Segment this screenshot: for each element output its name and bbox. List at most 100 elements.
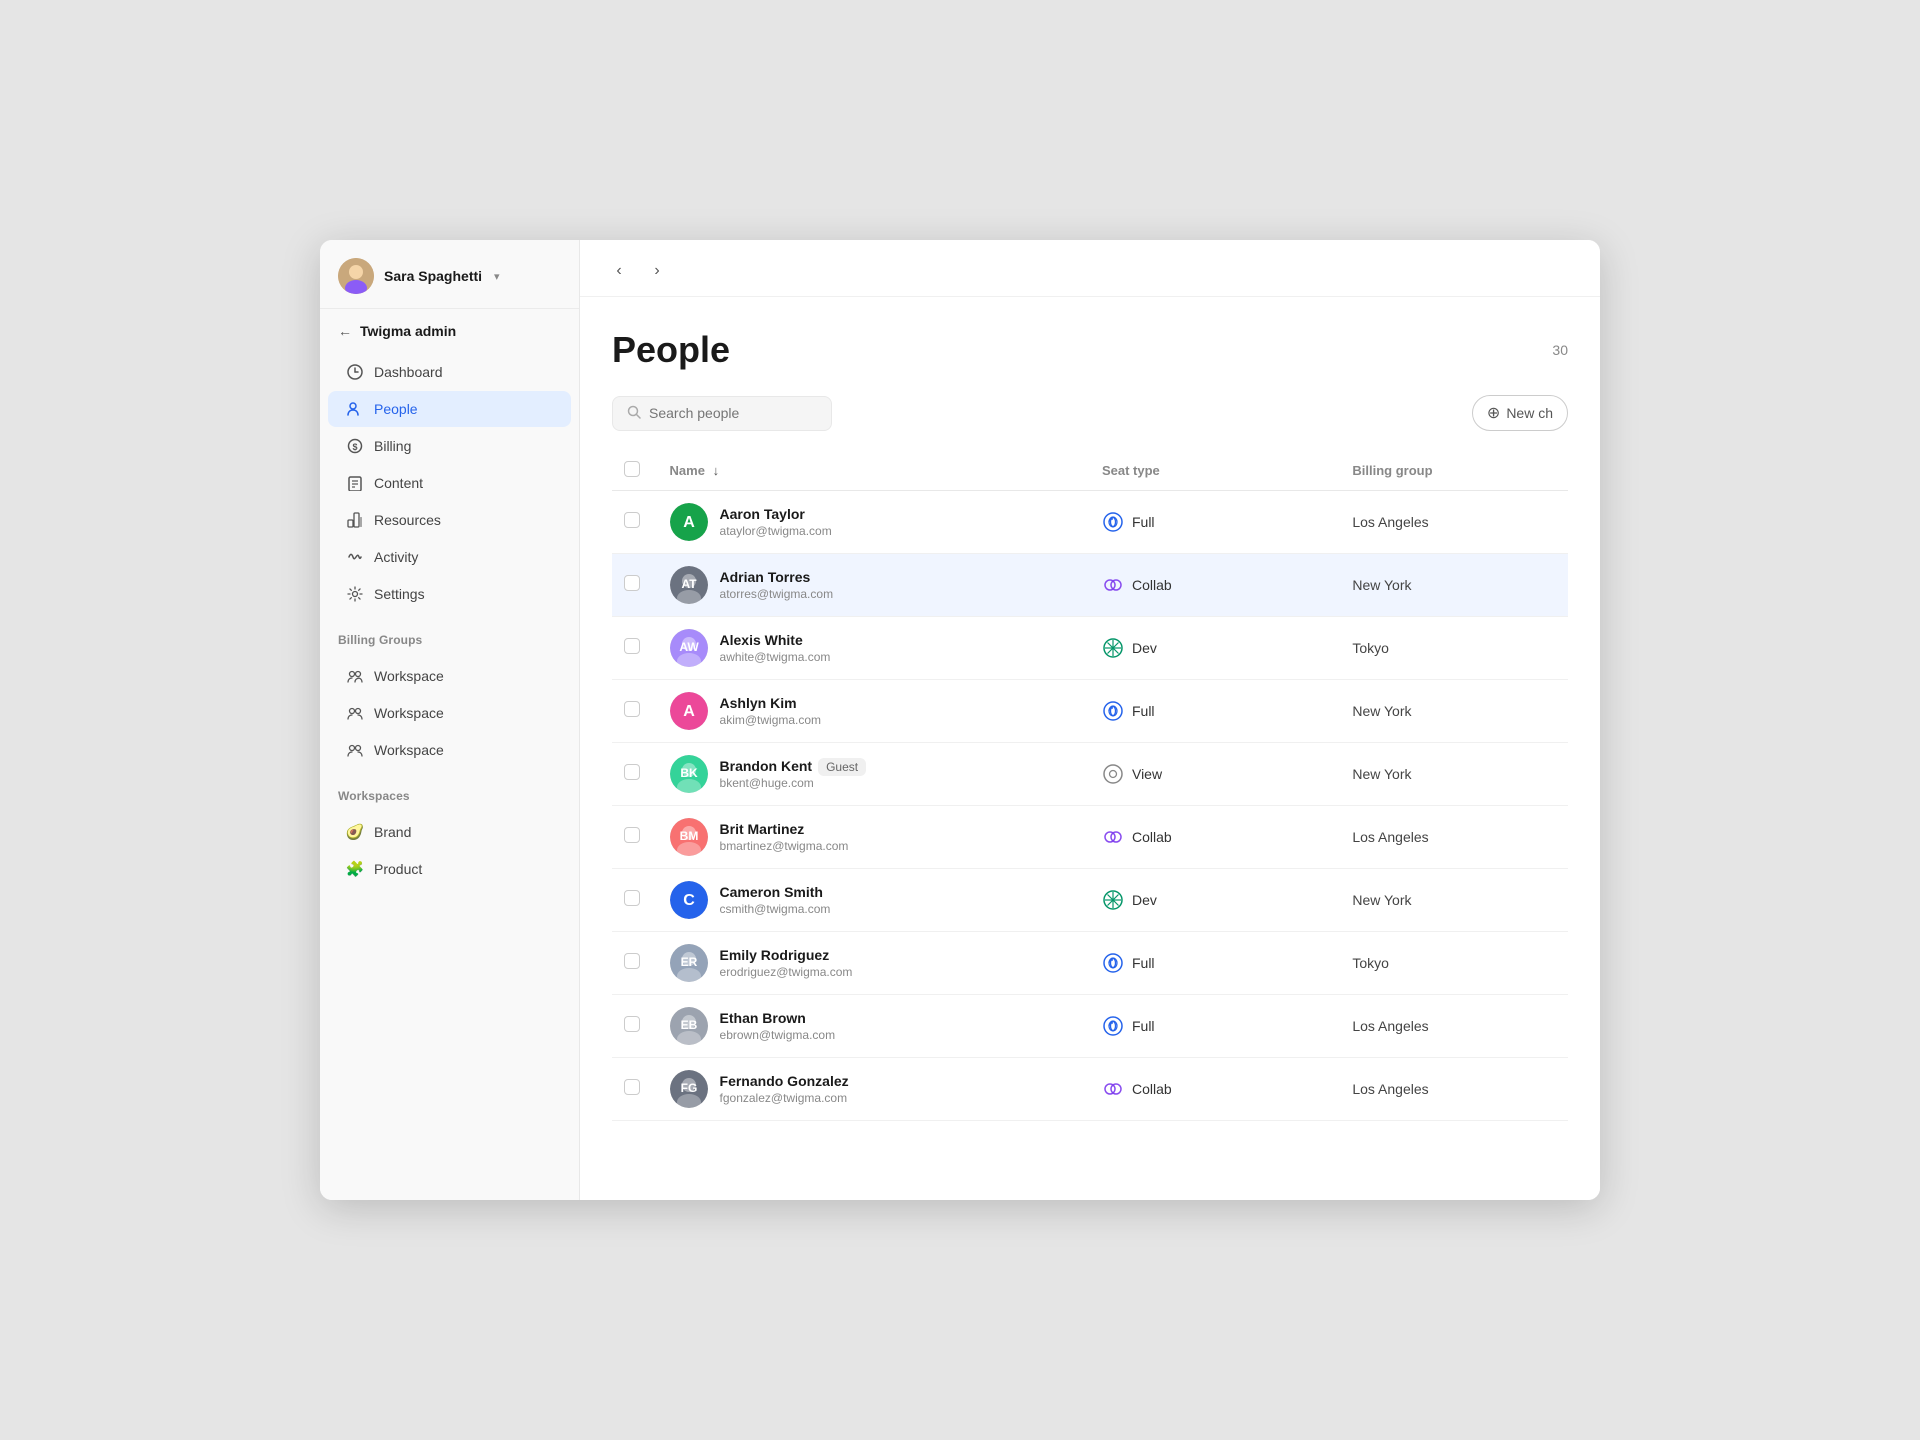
row-checkbox[interactable]	[624, 638, 640, 654]
sidebar-item-content[interactable]: Content	[328, 465, 571, 501]
person-avatar: AT	[670, 566, 708, 604]
row-checkbox-td[interactable]	[612, 743, 658, 806]
back-arrow-icon: ←	[338, 323, 352, 339]
forward-nav-button[interactable]: ›	[642, 256, 672, 286]
seat-cell: Full	[1102, 952, 1328, 974]
table-row[interactable]: AT Adrian Torres atorres@twigma.com Coll…	[612, 554, 1568, 617]
person-name: Ethan Brown	[720, 1010, 836, 1026]
table-row[interactable]: A Ashlyn Kim akim@twigma.com Full New Yo…	[612, 680, 1568, 743]
row-checkbox-td[interactable]	[612, 995, 658, 1058]
seat-type-label: Seat type	[1102, 463, 1160, 478]
person-name: Adrian Torres	[720, 569, 834, 585]
guest-badge: Guest	[818, 758, 866, 776]
row-checkbox-td[interactable]	[612, 680, 658, 743]
person-info: Brandon KentGuest bkent@huge.com	[720, 758, 867, 790]
table-row[interactable]: BM Brit Martinez bmartinez@twigma.com Co…	[612, 806, 1568, 869]
person-name: Cameron Smith	[720, 884, 831, 900]
sidebar-content-label: Content	[374, 475, 423, 491]
row-checkbox[interactable]	[624, 701, 640, 717]
person-info: Brit Martinez bmartinez@twigma.com	[720, 821, 849, 853]
row-checkbox-td[interactable]	[612, 617, 658, 680]
svg-text:A: A	[683, 703, 695, 720]
seat-type-col-header[interactable]: Seat type	[1090, 451, 1340, 491]
row-checkbox-td[interactable]	[612, 554, 658, 617]
sidebar-item-billing[interactable]: $ Billing	[328, 428, 571, 464]
row-checkbox[interactable]	[624, 1016, 640, 1032]
name-col-header[interactable]: Name ↓	[658, 451, 1090, 491]
billing-group-col-header[interactable]: Billing group	[1340, 451, 1568, 491]
avatar	[338, 258, 374, 294]
person-name-td: EB Ethan Brown ebrown@twigma.com	[658, 995, 1090, 1058]
row-checkbox-td[interactable]	[612, 932, 658, 995]
sidebar-item-dashboard[interactable]: Dashboard	[328, 354, 571, 390]
resources-icon	[346, 511, 364, 529]
select-all-checkbox[interactable]	[624, 461, 640, 477]
person-name: Emily Rodriguez	[720, 947, 853, 963]
sidebar-item-bg2[interactable]: Workspace	[328, 695, 571, 731]
sidebar-item-brand[interactable]: 🥑 Brand	[328, 814, 571, 850]
sidebar-item-bg3[interactable]: Workspace	[328, 732, 571, 768]
sidebar-item-settings[interactable]: Settings	[328, 576, 571, 612]
sidebar-item-resources[interactable]: Resources	[328, 502, 571, 538]
product-label: Product	[374, 861, 422, 877]
content-icon	[346, 474, 364, 492]
row-checkbox-td[interactable]	[612, 869, 658, 932]
seat-cell: Full	[1102, 511, 1328, 533]
person-info: Ethan Brown ebrown@twigma.com	[720, 1010, 836, 1042]
sidebar-item-bg1[interactable]: Workspace	[328, 658, 571, 694]
table-row[interactable]: EB Ethan Brown ebrown@twigma.com Full Lo…	[612, 995, 1568, 1058]
table-row[interactable]: ER Emily Rodriguez erodriguez@twigma.com…	[612, 932, 1568, 995]
table-row[interactable]: FG Fernando Gonzalez fgonzalez@twigma.co…	[612, 1058, 1568, 1121]
seat-type-label: View	[1132, 766, 1162, 782]
svg-text:FG: FG	[680, 1081, 697, 1095]
person-name: Brit Martinez	[720, 821, 849, 837]
row-checkbox[interactable]	[624, 827, 640, 843]
person-info: Cameron Smith csmith@twigma.com	[720, 884, 831, 916]
person-info: Aaron Taylor ataylor@twigma.com	[720, 506, 832, 538]
person-email: ebrown@twigma.com	[720, 1028, 836, 1042]
page-title: People	[612, 329, 730, 371]
bg1-label: Workspace	[374, 668, 444, 684]
dashboard-icon	[346, 363, 364, 381]
seat-type-label: Full	[1132, 703, 1155, 719]
seat-type-td: View	[1090, 743, 1340, 806]
back-button[interactable]: ← Twigma admin	[320, 309, 579, 347]
row-checkbox[interactable]	[624, 512, 640, 528]
row-checkbox[interactable]	[624, 1079, 640, 1095]
svg-text:A: A	[683, 514, 695, 531]
person-email: atorres@twigma.com	[720, 587, 834, 601]
search-box[interactable]	[612, 396, 832, 431]
product-workspace-icon: 🧩	[346, 860, 364, 878]
select-all-col	[612, 451, 658, 491]
person-avatar: EB	[670, 1007, 708, 1045]
people-icon	[346, 400, 364, 418]
seat-type-label: Collab	[1132, 577, 1172, 593]
sidebar-item-product[interactable]: 🧩 Product	[328, 851, 571, 887]
row-checkbox[interactable]	[624, 890, 640, 906]
table-row[interactable]: AW Alexis White awhite@twigma.com Dev To…	[612, 617, 1568, 680]
row-checkbox-td[interactable]	[612, 806, 658, 869]
group-icon-3	[346, 741, 364, 759]
seat-type-td: Full	[1090, 995, 1340, 1058]
row-checkbox-td[interactable]	[612, 491, 658, 554]
person-name: Ashlyn Kim	[720, 695, 822, 711]
billing-group-td: Tokyo	[1340, 617, 1568, 680]
person-name-td: AW Alexis White awhite@twigma.com	[658, 617, 1090, 680]
table-row[interactable]: BK Brandon KentGuest bkent@huge.com View…	[612, 743, 1568, 806]
sidebar-item-people[interactable]: People	[328, 391, 571, 427]
sidebar-item-activity[interactable]: Activity	[328, 539, 571, 575]
sidebar-settings-label: Settings	[374, 586, 425, 602]
table-row[interactable]: C Cameron Smith csmith@twigma.com Dev Ne…	[612, 869, 1568, 932]
new-chip-button[interactable]: ⊕ New ch	[1472, 395, 1568, 431]
row-checkbox[interactable]	[624, 764, 640, 780]
row-checkbox-td[interactable]	[612, 1058, 658, 1121]
billing-group-td: Los Angeles	[1340, 1058, 1568, 1121]
table-row[interactable]: A Aaron Taylor ataylor@twigma.com Full L…	[612, 491, 1568, 554]
search-input[interactable]	[649, 405, 817, 421]
person-name-td: BM Brit Martinez bmartinez@twigma.com	[658, 806, 1090, 869]
back-nav-button[interactable]: ‹	[604, 256, 634, 286]
billing-groups-label: Billing Groups	[320, 619, 579, 651]
row-checkbox[interactable]	[624, 953, 640, 969]
sidebar-people-label: People	[374, 401, 418, 417]
row-checkbox[interactable]	[624, 575, 640, 591]
